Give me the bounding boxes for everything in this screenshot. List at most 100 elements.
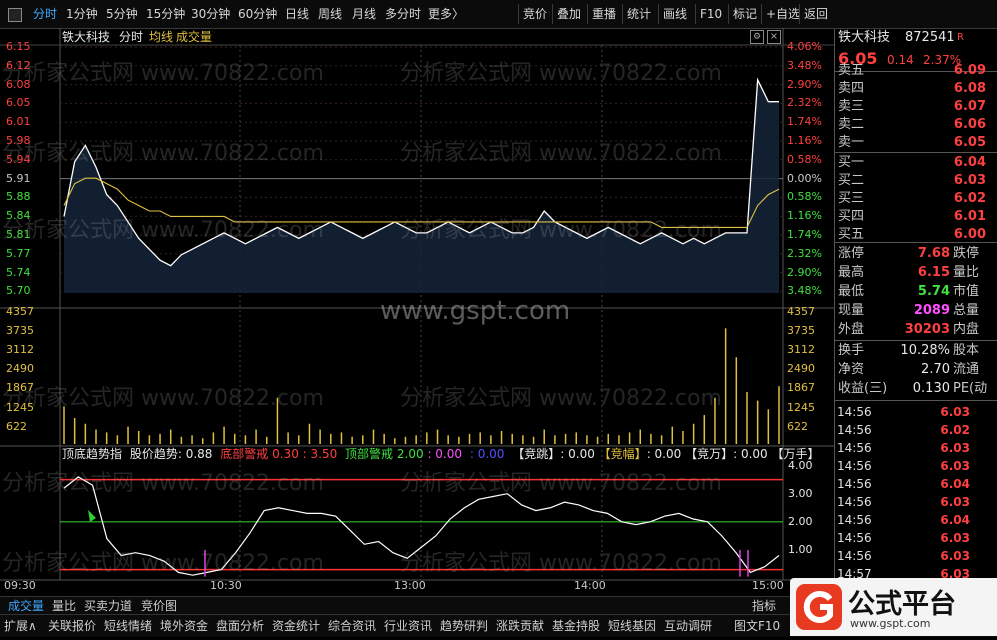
bottom-alert-values: 0.30 : 3.50 [272, 447, 338, 461]
order-book-row[interactable]: 卖三 6.07 [835, 98, 997, 116]
gspt-logo-icon [796, 584, 842, 630]
period-tab[interactable]: 5分钟 [106, 0, 138, 28]
volume-tick-label: 622 [6, 419, 27, 433]
period-tab[interactable]: 15分钟 [146, 0, 185, 28]
period-tab[interactable]: 60分钟 [238, 0, 277, 28]
toolbar-button[interactable]: 重播 [592, 0, 616, 28]
stat-value: 5.74 [917, 284, 950, 299]
menu-icon[interactable] [8, 8, 22, 22]
info-tab[interactable]: 短线基因 [608, 615, 656, 637]
order-book-row[interactable]: 卖五 6.09 [835, 62, 997, 80]
trade-time: 14:56 [837, 423, 872, 437]
trade-time: 14:56 [837, 441, 872, 455]
order-book-row[interactable]: 买四 6.01 [835, 208, 997, 226]
level-label: 卖一 [838, 135, 865, 150]
toolbar-button[interactable]: +自选 [766, 0, 800, 28]
order-book: 卖五 6.09 卖四 6.08 卖三 6.07 卖二 6.06 卖一 6.05 买一 6.04 买二 6.… [835, 62, 997, 262]
info-tab[interactable]: 行业资讯 [384, 615, 432, 637]
toolbar-separator [518, 4, 519, 24]
info-tab[interactable]: 盘面分析 [216, 615, 264, 637]
indicator-tick-label: 2.00 [788, 515, 813, 528]
price-tick-label: 5.98 [6, 134, 31, 147]
top-signal-marker [88, 510, 96, 522]
sub-tab[interactable]: 成交量 [8, 597, 44, 615]
fundamental-label: 换手 [838, 343, 865, 358]
info-tab[interactable]: 互动调研 [664, 615, 712, 637]
info-tab[interactable]: 短线情绪 [104, 615, 152, 637]
toolbar-separator [695, 4, 696, 24]
info-tab[interactable]: 趋势研判 [440, 615, 488, 637]
price-tick-label: 5.70 [6, 284, 31, 298]
period-tab[interactable]: 1分钟 [66, 0, 98, 28]
order-book-row[interactable]: 卖二 6.06 [835, 116, 997, 134]
toolbar-button[interactable]: 统计 [627, 0, 651, 28]
fundamental-value: 0.130 [912, 381, 950, 396]
period-tab[interactable]: 更多〉 [428, 0, 464, 28]
tick-trade-row: 14:56 6.03 [835, 529, 997, 547]
order-book-row[interactable]: 卖四 6.08 [835, 80, 997, 98]
stat-label: 最低 [838, 284, 865, 299]
toolbar-button[interactable]: 返回 [804, 0, 828, 28]
period-tab[interactable]: 分时 [33, 0, 57, 28]
tick-trades-list[interactable]: 14:56 6.03 14:56 6.02 14:56 6.03 14:56 6.03 14:5… [835, 403, 997, 581]
info-tab[interactable]: 综合资讯 [328, 615, 376, 637]
order-book-row[interactable]: 买三 6.02 [835, 190, 997, 208]
period-tab[interactable]: 30分钟 [191, 0, 230, 28]
stat-row: 最高 6.15 量比 [835, 264, 997, 282]
pct-tick-label: 0.58% [787, 152, 822, 166]
volume-tick-label-right: 2490 [787, 362, 815, 376]
pct-tick-label: 2.32% [787, 96, 822, 110]
price-tick-label: 5.81 [6, 228, 31, 241]
volume-tick-label-right: 622 [787, 419, 808, 433]
stat-row: 现量 2089 总量 [835, 302, 997, 320]
level-label: 买四 [838, 209, 865, 224]
toolbar-button[interactable]: 叠加 [557, 0, 581, 28]
period-tab[interactable]: 月线 [352, 0, 376, 28]
jt-value: : 0.00 [560, 447, 595, 461]
volume-tick-label: 3112 [6, 343, 34, 357]
sub-tab[interactable]: 竞价图 [141, 597, 177, 615]
info-tab[interactable]: 境外资金 [160, 615, 208, 637]
volume-tick-label-right: 3735 [787, 324, 815, 338]
indicator-button[interactable]: 指标 [752, 597, 776, 615]
order-book-row[interactable]: 买一 6.04 [835, 154, 997, 172]
stat-label: 现量 [838, 303, 865, 318]
period-tab[interactable]: 日线 [285, 0, 309, 28]
trend-value: 0.88 [185, 447, 213, 461]
chart-sub-tabs: 成交量 量比 买卖力道 竞价图 指标 [0, 596, 834, 615]
toolbar-button[interactable]: 画线 [663, 0, 687, 28]
toolbar-button[interactable]: 竞价 [523, 0, 547, 28]
divider [835, 400, 997, 401]
sub-tab[interactable]: 量比 [52, 597, 76, 615]
site-watermark: www.gspt.com [380, 296, 571, 326]
period-tab[interactable]: 周线 [318, 0, 342, 28]
toolbar-separator [587, 4, 588, 24]
time-tick-label: 15:00 [752, 579, 784, 592]
order-book-row[interactable]: 卖一 6.05 [835, 134, 997, 152]
sub-tab[interactable]: 买卖力道 [84, 597, 132, 615]
info-tab[interactable]: 涨跌贡献 [496, 615, 544, 637]
volume-tick-label: 4357 [6, 305, 34, 318]
trade-time: 14:56 [837, 513, 872, 527]
period-tab[interactable]: 多分时 [385, 0, 421, 28]
info-tab[interactable]: 基金持股 [552, 615, 600, 637]
order-book-row[interactable]: 买二 6.03 [835, 172, 997, 190]
info-tab[interactable]: 扩展∧ [4, 615, 37, 637]
indicator-name: 顶底趋势指 [62, 447, 123, 461]
info-tab[interactable]: 图文F10 [734, 615, 780, 637]
volume-tick-label: 2490 [6, 362, 34, 376]
stat-label-2: 内盘 [953, 322, 980, 337]
fundamental-value: 2.70 [921, 362, 950, 377]
info-tab[interactable]: 资金统计 [272, 615, 320, 637]
indicator-tick-label: 4.00 [788, 459, 813, 472]
divider [835, 242, 997, 243]
info-tab[interactable]: 关联报价 [48, 615, 96, 637]
volume-tick-label: 3735 [6, 324, 34, 338]
stat-label-2: 市值 [953, 284, 980, 299]
level-label: 卖五 [838, 63, 865, 78]
toolbar-button[interactable]: 标记 [733, 0, 757, 28]
level-price: 6.05 [953, 135, 986, 150]
gspt-logo: 公式平台 www.gspt.com [790, 578, 997, 636]
price-tick-label: 6.01 [6, 115, 31, 129]
toolbar-button[interactable]: F10 [700, 0, 722, 28]
